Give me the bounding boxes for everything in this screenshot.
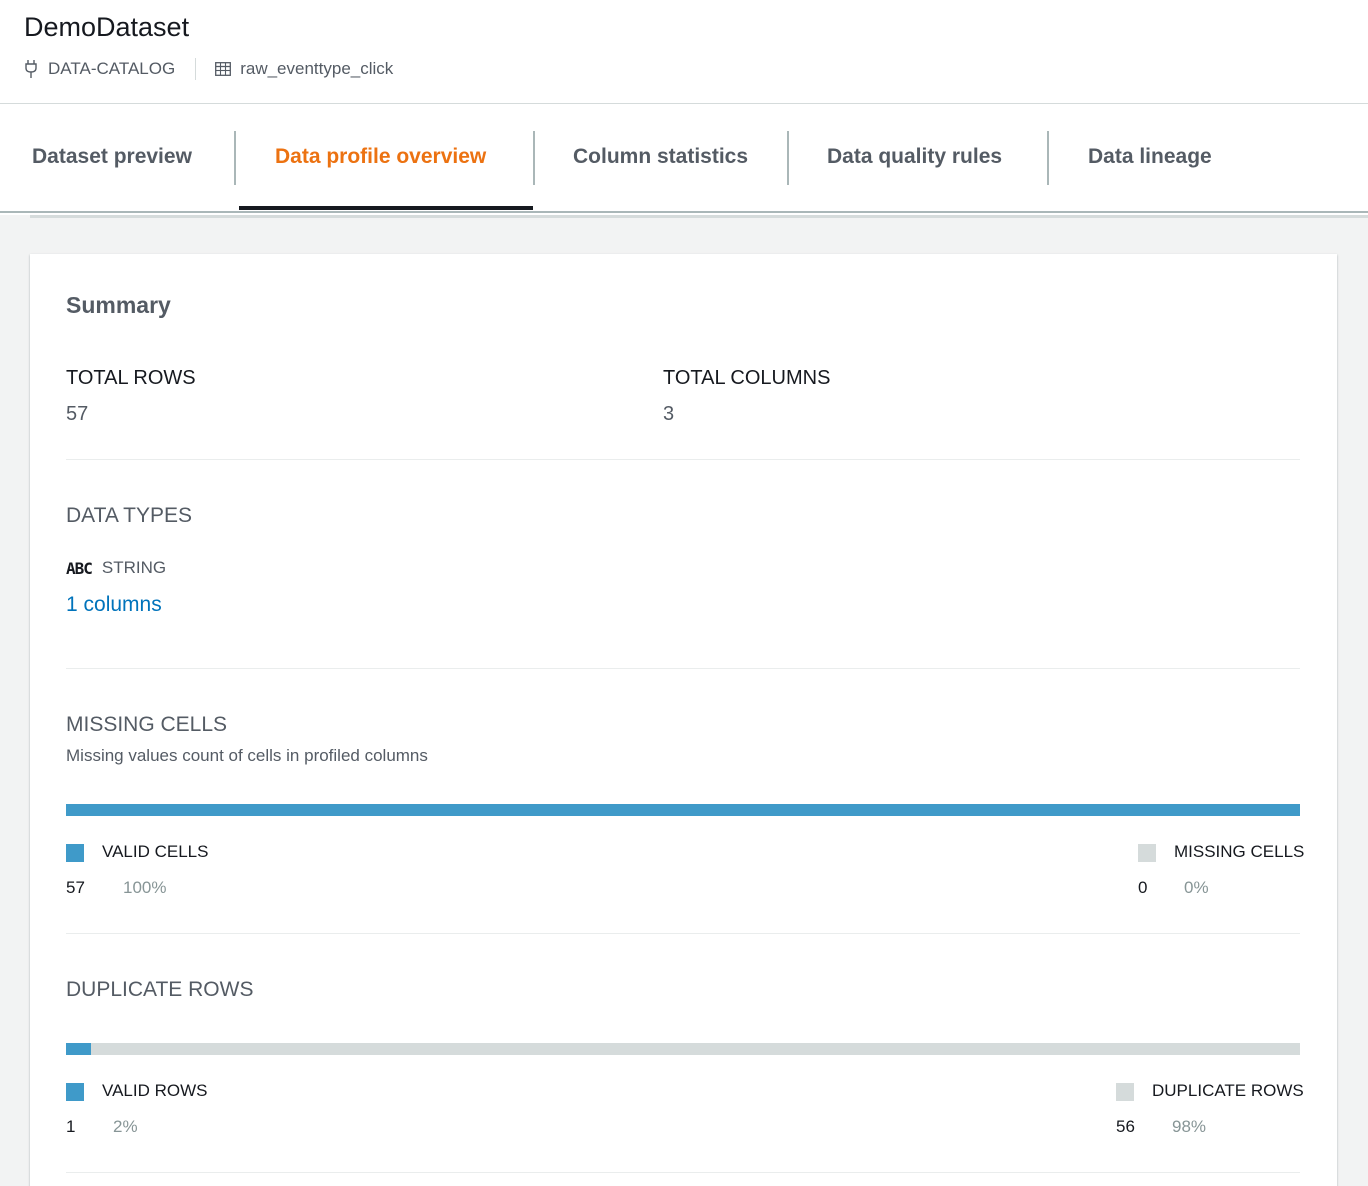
section-divider xyxy=(66,668,1300,669)
duplicate-rows-heading: DUPLICATE ROWS xyxy=(66,978,254,1001)
string-columns-link[interactable]: 1 columns xyxy=(66,593,162,617)
summary-heading: Summary xyxy=(66,292,171,318)
missing-cells-count: 0 xyxy=(1138,878,1148,897)
active-tab-indicator xyxy=(239,206,533,210)
missing-cells-percent: 0% xyxy=(1184,878,1209,897)
valid-cells-percent: 100% xyxy=(123,878,167,897)
section-divider xyxy=(66,459,1300,460)
table-icon xyxy=(214,58,232,80)
valid-rows-swatch xyxy=(66,1083,84,1101)
valid-rows-label: VALID ROWS xyxy=(102,1081,208,1100)
tab-data-profile-overview[interactable]: Data profile overview xyxy=(275,130,486,184)
missing-cells-bar-valid xyxy=(66,804,1300,816)
valid-rows-percent: 2% xyxy=(113,1117,138,1136)
total-columns-value: 3 xyxy=(663,403,675,425)
plug-icon xyxy=(22,58,40,80)
valid-cells-count: 57 xyxy=(66,878,85,897)
duplicate-rows-bar xyxy=(66,1043,1300,1055)
missing-cells-swatch xyxy=(1138,844,1156,862)
section-divider xyxy=(66,1172,1300,1173)
page-title: DemoDataset xyxy=(24,12,190,42)
duplicate-rows-swatch xyxy=(1116,1083,1134,1101)
duplicate-rows-bar-valid xyxy=(66,1043,91,1055)
tab-dataset-preview[interactable]: Dataset preview xyxy=(32,130,192,184)
total-rows-value: 57 xyxy=(66,403,89,425)
tab-column-statistics[interactable]: Column statistics xyxy=(573,130,748,184)
table-name[interactable]: raw_eventtype_click xyxy=(240,59,393,79)
duplicate-rows-percent: 98% xyxy=(1172,1117,1207,1136)
valid-cells-swatch xyxy=(66,844,84,862)
tab-divider xyxy=(533,131,535,185)
dataset-meta: DATA-CATALOG raw_eventtype_click xyxy=(22,58,393,80)
tab-divider xyxy=(234,131,236,185)
valid-rows-count: 1 xyxy=(66,1117,76,1136)
tab-divider xyxy=(787,131,789,185)
tab-data-quality-rules[interactable]: Data quality rules xyxy=(827,130,1002,184)
missing-cells-description: Missing values count of cells in profile… xyxy=(66,746,428,765)
data-types-heading: DATA TYPES xyxy=(66,504,193,527)
profile-summary-card: Summary TOTAL ROWS 57 TOTAL COLUMNS 3 DA… xyxy=(30,254,1337,1186)
tab-bar: Dataset preview Data profile overview Co… xyxy=(0,104,1368,213)
type-row: ABC STRING xyxy=(66,558,166,578)
missing-cells-bar xyxy=(66,804,1300,816)
container-edge xyxy=(30,215,1368,218)
meta-divider xyxy=(195,58,197,80)
missing-cells-label: MISSING CELLS xyxy=(1174,842,1305,861)
dataset-header: DemoDataset DATA-CATALOG raw_eventtype_c… xyxy=(0,0,1368,104)
total-rows-label: TOTAL ROWS xyxy=(66,367,196,389)
type-label: STRING xyxy=(101,558,167,577)
duplicate-rows-count: 56 xyxy=(1116,1117,1135,1136)
tab-data-lineage[interactable]: Data lineage xyxy=(1088,130,1212,184)
duplicate-rows-label: DUPLICATE ROWS xyxy=(1152,1081,1304,1100)
source-label[interactable]: DATA-CATALOG xyxy=(48,59,175,79)
total-columns-label: TOTAL COLUMNS xyxy=(663,367,831,389)
tab-divider xyxy=(1047,131,1049,185)
valid-cells-label: VALID CELLS xyxy=(102,842,209,861)
abc-string-icon: ABC xyxy=(66,558,93,578)
section-divider xyxy=(66,933,1300,934)
missing-cells-heading: MISSING CELLS xyxy=(66,713,228,736)
